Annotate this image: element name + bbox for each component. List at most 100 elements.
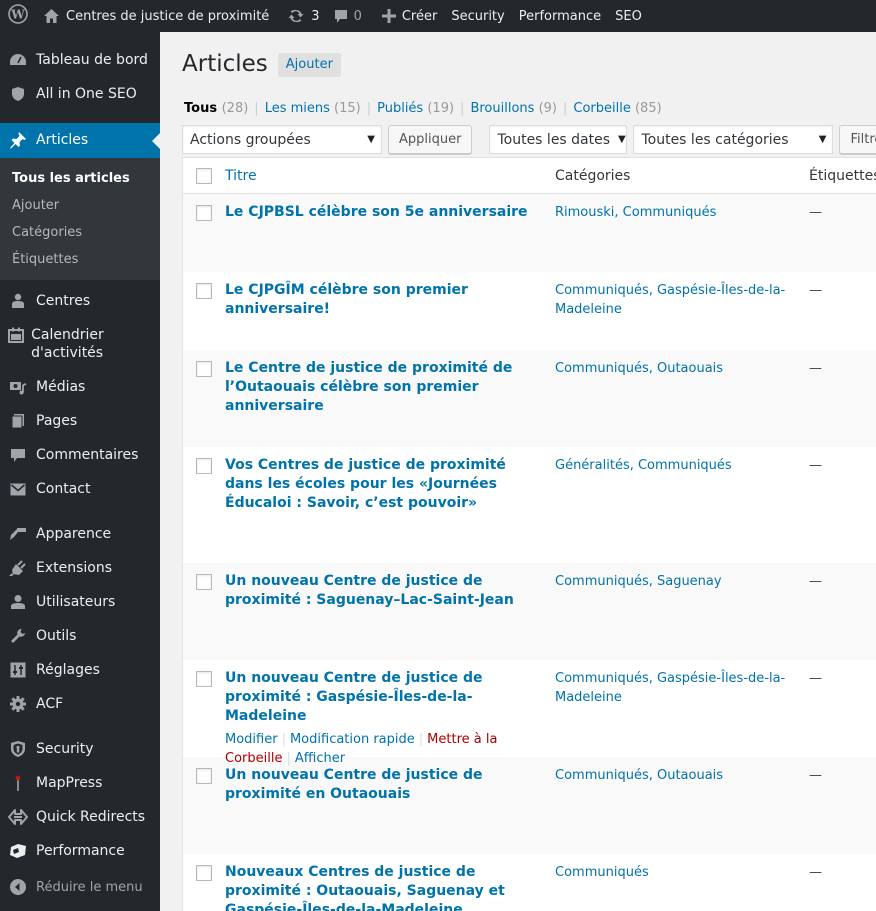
sidebar-item-contact[interactable]: Contact [0,473,160,507]
row-checkbox[interactable] [196,671,212,687]
updates-link[interactable]: 3 [280,0,326,32]
new-content-label: Créer [401,8,438,24]
column-tags: Étiquettes [809,167,876,184]
wordpress-logo-icon: W [8,4,28,28]
wp-logo-button[interactable]: W [0,0,36,32]
view-mine[interactable]: Les miens (15) [265,101,361,116]
post-title-link[interactable]: Un nouveau Centre de justice de proximit… [225,573,514,608]
view-all[interactable]: Tous (28) [184,101,248,116]
sidebar-item-security[interactable]: Security [0,733,160,767]
row-checkbox[interactable] [196,768,212,784]
new-content-link[interactable]: Créer [375,0,444,32]
pushpin-icon [0,131,36,149]
sidebar-item-mappress[interactable]: MapPress [0,767,160,801]
category-filter-select[interactable]: Toutes les catégories ▼ [633,125,834,154]
view-trash[interactable]: Corbeille (85) [573,101,661,116]
performance-cube-icon [0,842,36,860]
select-all-checkbox[interactable] [196,167,212,184]
submenu-all-articles[interactable]: Tous les articles [0,165,160,192]
row-checkbox[interactable] [196,361,212,377]
post-title-link[interactable]: Vos Centres de justice de proximité dans… [225,457,506,511]
table-row: Le Centre de justice de proximité de l’O… [183,350,876,447]
submenu-add-article[interactable]: Ajouter [0,192,160,219]
sidebar-item-acf[interactable]: ACF [0,688,160,722]
sidebar-item-centres[interactable]: Centres [0,285,160,319]
row-checkbox[interactable] [196,283,212,299]
post-title-link[interactable]: Le CJPBSL célèbre son 5e anniversaire [225,204,528,220]
sidebar-item-articles[interactable]: Articles [0,123,160,158]
admin-bar: W Centres de justice de proximité 3 0 Cr… [0,0,876,32]
comment-bubble-icon [334,9,348,24]
svg-text:W: W [10,8,25,22]
sidebar-item-users[interactable]: Utilisateurs [0,586,160,620]
apply-button[interactable]: Appliquer [388,125,473,154]
post-title-link[interactable]: Le CJPGÎM célèbre son premier anniversai… [225,282,468,317]
redirect-arrows-icon [0,808,36,826]
tablenav-top: Actions groupées ▼ Appliquer Toutes les … [182,125,876,154]
post-title-link[interactable]: Le Centre de justice de proximité de l’O… [225,360,512,414]
sidebar-item-tools[interactable]: Outils [0,620,160,654]
table-header: Titre Catégories Étiquettes [183,158,876,194]
table-row: Nouveaux Centres de justice de proximité… [183,854,876,911]
post-categories[interactable]: Communiqués, Outaouais [555,350,809,378]
sidebar-item-extensions[interactable]: Extensions [0,552,160,586]
sidebar-item-comments[interactable]: Commentaires [0,439,160,473]
post-tags: — [809,671,822,686]
comments-link[interactable]: 0 [327,0,369,32]
comment-icon [0,446,36,464]
sidebar-item-settings[interactable]: Réglages [0,654,160,688]
row-checkbox[interactable] [196,865,212,881]
view-drafts[interactable]: Brouillons (9) [470,101,557,116]
post-title-link[interactable]: Un nouveau Centre de justice de proximit… [225,767,483,802]
post-categories[interactable]: Communiqués, Gaspésie-Îles-de-la-Madelei… [555,272,809,319]
date-filter-select[interactable]: Toutes les dates ▼ [489,125,628,154]
sidebar-item-calendar[interactable]: Calendrier d'activités [0,319,160,371]
collapse-menu-button[interactable]: Réduire le menu [0,869,160,896]
collapse-arrow-icon [0,878,36,896]
sidebar-item-performance[interactable]: Performance [0,835,160,869]
adminbar-security[interactable]: Security [444,0,511,32]
post-categories[interactable]: Communiqués [555,854,809,882]
filter-button[interactable]: Filtrer [839,125,876,154]
sidebar-item-pages[interactable]: Pages [0,405,160,439]
bulk-actions-select[interactable]: Actions groupées ▼ [182,125,382,154]
pages-icon [0,412,36,430]
row-checkbox[interactable] [196,574,212,590]
post-categories[interactable]: Communiqués, Outaouais [555,757,809,785]
submenu-categories[interactable]: Catégories [0,219,160,246]
row-checkbox[interactable] [196,205,212,221]
chevron-down-icon: ▼ [818,134,827,145]
sidebar-item-medias[interactable]: Médias [0,371,160,405]
plugin-icon [0,559,36,577]
adminbar-seo[interactable]: SEO [608,0,649,32]
post-tags: — [809,283,822,298]
add-new-button[interactable]: Ajouter [277,52,341,77]
row-checkbox[interactable] [196,458,212,474]
post-status-views: Tous (28) | Les miens (15) | Publiés (19) | Br… [184,101,662,116]
posts-table: Titre Catégories Étiquettes Le CJPBSL cé… [182,157,876,911]
post-categories[interactable]: Généralités, Communiqués [555,447,809,475]
site-name: Centres de justice de proximité [66,8,270,24]
sidebar-item-dashboard[interactable]: Tableau de bord [0,44,160,78]
column-title[interactable]: Titre [225,168,555,184]
sidebar-item-quick-redirects[interactable]: Quick Redirects [0,801,160,835]
post-categories[interactable]: Communiqués, Saguenay [555,563,809,591]
view-published[interactable]: Publiés (19) [377,101,454,116]
adminbar-performance[interactable]: Performance [512,0,608,32]
post-tags: — [809,768,822,783]
quick-edit-link[interactable]: Modification rapide [290,732,415,747]
articles-submenu: Tous les articles Ajouter Catégories Éti… [0,158,160,280]
post-categories[interactable]: Communiqués, Gaspésie-Îles-de-la-Madelei… [555,660,809,707]
gear-icon [0,695,36,713]
post-categories[interactable]: Rimouski, Communiqués [555,194,809,222]
post-title-link[interactable]: Nouveaux Centres de justice de proximité… [225,864,505,911]
site-name-link[interactable]: Centres de justice de proximité [36,0,276,32]
submenu-tags[interactable]: Étiquettes [0,246,160,273]
sidebar-item-all-in-one-seo[interactable]: All in One SEO [0,78,160,112]
post-title-link[interactable]: Un nouveau Centre de justice de proximit… [225,670,483,724]
sidebar-item-appearance[interactable]: Apparence [0,518,160,552]
page-title: Articles [182,51,268,77]
table-body: Le CJPBSL célèbre son 5e anniversaire Rim… [183,194,876,911]
map-pin-icon [0,774,36,792]
edit-link[interactable]: Modifier [225,732,278,747]
